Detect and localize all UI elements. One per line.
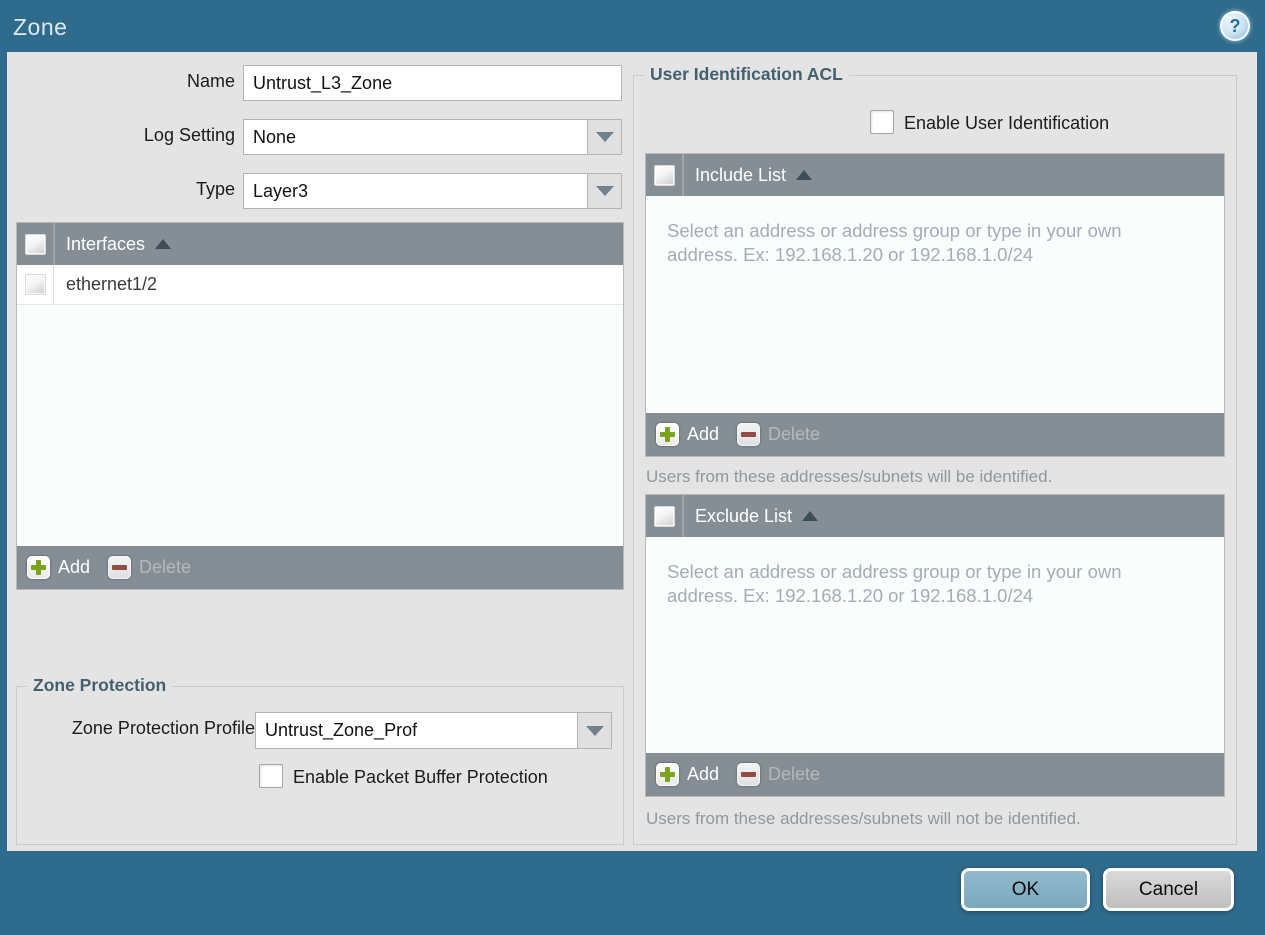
interface-name: ethernet1/2: [66, 274, 158, 294]
sort-ascending-icon: [802, 511, 819, 521]
add-interface-button[interactable]: Add: [27, 556, 90, 579]
zone-protection-profile-value: Untrust_Zone_Prof: [255, 712, 578, 749]
add-include-address-button[interactable]: Add: [656, 423, 719, 446]
log-setting-label: Log Setting: [143, 125, 235, 145]
enable-user-identification-checkbox[interactable]: [870, 110, 894, 134]
interfaces-header-checkbox-cell: [17, 223, 54, 265]
delete-icon: [737, 763, 761, 786]
zone-protection-profile-dropdown[interactable]: Untrust_Zone_Prof: [255, 712, 612, 749]
interfaces-header-row: Interfaces: [17, 223, 623, 265]
chevron-down-icon: [595, 132, 614, 142]
type-dropdown-button[interactable]: [588, 173, 622, 209]
dialog-title: Zone: [13, 14, 68, 40]
user-identification-legend: User Identification ACL: [644, 64, 849, 85]
name-label: Name: [186, 71, 235, 91]
interfaces-table-body: ethernet1/2: [17, 265, 623, 546]
zone-protection-fieldset: Zone Protection: [16, 675, 624, 845]
select-all-exclude-checkbox[interactable]: [653, 505, 675, 527]
include-list-placeholder: Select an address or address group or ty…: [667, 220, 1122, 266]
packet-buffer-protection-checkbox[interactable]: [259, 764, 283, 788]
exclude-list-placeholder: Select an address or address group or ty…: [667, 561, 1122, 607]
sort-ascending-icon: [796, 170, 813, 180]
include-list-header-row: Include List: [646, 154, 1224, 196]
help-icon[interactable]: ?: [1220, 11, 1250, 41]
interface-row-checkbox[interactable]: [24, 274, 46, 295]
chevron-down-icon: [595, 186, 614, 196]
add-icon: [656, 763, 679, 786]
interfaces-toolbar: Add Delete: [17, 546, 623, 589]
exclude-list-table: Exclude List Select an address or addres…: [645, 494, 1225, 797]
dialog-body: Name Untrust_L3_Zone Log Setting None Ty…: [7, 52, 1257, 851]
type-label: Type: [195, 179, 235, 199]
include-list-helper-text: Users from these addresses/subnets will …: [646, 467, 1053, 486]
log-setting-dropdown-button[interactable]: [588, 119, 622, 155]
ok-button[interactable]: OK: [961, 868, 1090, 911]
zone-protection-profile-dropdown-button[interactable]: [578, 712, 612, 749]
include-list-toolbar: Add Delete: [646, 413, 1224, 456]
zone-protection-profile-label: Zone Protection Profile: [71, 718, 255, 738]
chevron-down-icon: [585, 725, 604, 736]
interfaces-column-header[interactable]: Interfaces: [54, 223, 172, 265]
name-input[interactable]: Untrust_L3_Zone: [243, 65, 622, 101]
log-setting-value: None: [243, 119, 588, 155]
include-list-table: Include List Select an address or addres…: [645, 153, 1225, 457]
select-all-include-checkbox[interactable]: [653, 164, 675, 186]
table-row[interactable]: ethernet1/2: [17, 265, 623, 305]
packet-buffer-protection-label: Enable Packet Buffer Protection: [293, 767, 548, 787]
add-exclude-address-button[interactable]: Add: [656, 763, 719, 786]
delete-exclude-address-button[interactable]: Delete: [737, 763, 820, 786]
exclude-list-body[interactable]: Select an address or address group or ty…: [646, 537, 1224, 753]
delete-include-address-button[interactable]: Delete: [737, 423, 820, 446]
include-list-column-header[interactable]: Include List: [683, 154, 813, 196]
cancel-button[interactable]: Cancel: [1103, 868, 1234, 911]
add-icon: [656, 423, 679, 446]
delete-interface-button[interactable]: Delete: [108, 556, 191, 579]
enable-user-identification-label: Enable User Identification: [904, 113, 1110, 133]
type-value: Layer3: [243, 173, 588, 209]
type-dropdown[interactable]: Layer3: [243, 173, 622, 209]
exclude-list-helper-text: Users from these addresses/subnets will …: [646, 809, 1081, 828]
exclude-list-header-row: Exclude List: [646, 495, 1224, 537]
zone-protection-legend: Zone Protection: [27, 675, 173, 696]
delete-icon: [108, 556, 132, 579]
question-mark-glyph: ?: [1229, 16, 1241, 36]
interfaces-table: Interfaces ethernet1/2 Add Delete: [16, 222, 624, 590]
select-all-interfaces-checkbox[interactable]: [24, 233, 46, 255]
sort-ascending-icon: [155, 239, 172, 249]
add-icon: [27, 556, 50, 579]
delete-icon: [737, 423, 761, 446]
log-setting-dropdown[interactable]: None: [243, 119, 622, 155]
include-list-body[interactable]: Select an address or address group or ty…: [646, 196, 1224, 413]
exclude-list-column-header[interactable]: Exclude List: [683, 495, 819, 537]
name-value: Untrust_L3_Zone: [253, 72, 393, 93]
titlebar: Zone ?: [0, 0, 1265, 52]
exclude-list-toolbar: Add Delete: [646, 753, 1224, 796]
zone-dialog: Zone ? Name Untrust_L3_Zone Log Setting …: [0, 0, 1265, 935]
